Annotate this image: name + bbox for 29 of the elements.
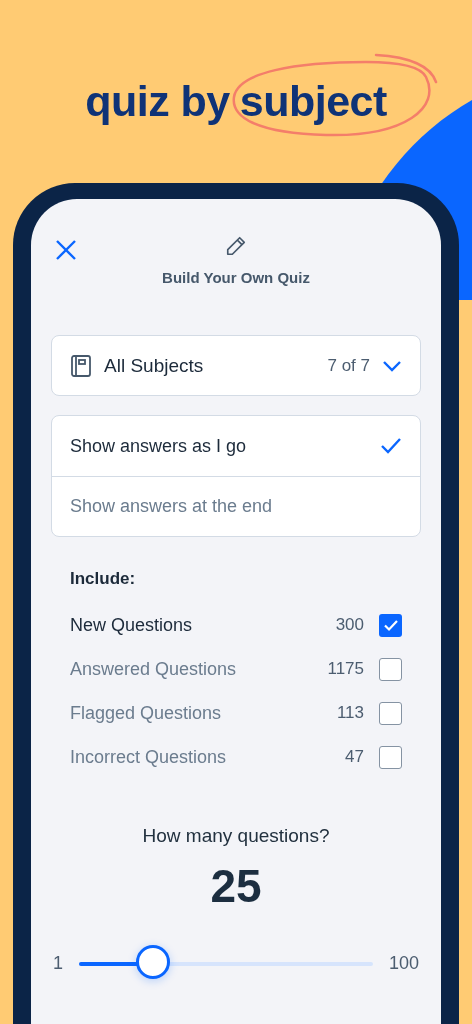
screen-title: Build Your Own Quiz	[162, 269, 310, 286]
section-heading: Include:	[70, 569, 137, 589]
subject-dropdown[interactable]: All Subjects 7 of 7	[51, 335, 421, 396]
checkmark-icon	[382, 618, 399, 632]
checkbox[interactable]	[379, 657, 402, 681]
checkmark-icon	[380, 437, 402, 455]
pencil-icon	[225, 235, 247, 257]
question-count: 47	[345, 747, 364, 767]
chevron-down-icon	[382, 359, 402, 372]
notebook-icon	[70, 353, 92, 378]
highlighted-word: subject	[239, 77, 387, 125]
option-label: Incorrect Questions	[70, 746, 228, 768]
slider-max-label: 100	[388, 953, 419, 974]
slider-min-label: 1	[53, 953, 63, 974]
checkbox[interactable]	[379, 701, 402, 725]
slider-thumb[interactable]	[135, 944, 170, 979]
option-label: Flagged Questions	[70, 702, 223, 724]
option-label: Answered Questions	[70, 658, 238, 680]
question-count: 300	[335, 615, 364, 635]
question-count: 113	[336, 703, 364, 723]
checkbox[interactable]	[379, 613, 402, 637]
answer-mode-option[interactable]: Show answers as I go	[52, 416, 420, 476]
selected-count: 25	[210, 859, 262, 913]
checkbox[interactable]	[379, 745, 402, 769]
answer-mode-option[interactable]: Show answers at the end	[52, 476, 420, 536]
headline-text: quiz by	[85, 77, 230, 126]
question-count: 1175	[327, 659, 364, 679]
question-prompt: How many questions?	[142, 825, 330, 847]
option-label: New Questions	[70, 614, 194, 636]
